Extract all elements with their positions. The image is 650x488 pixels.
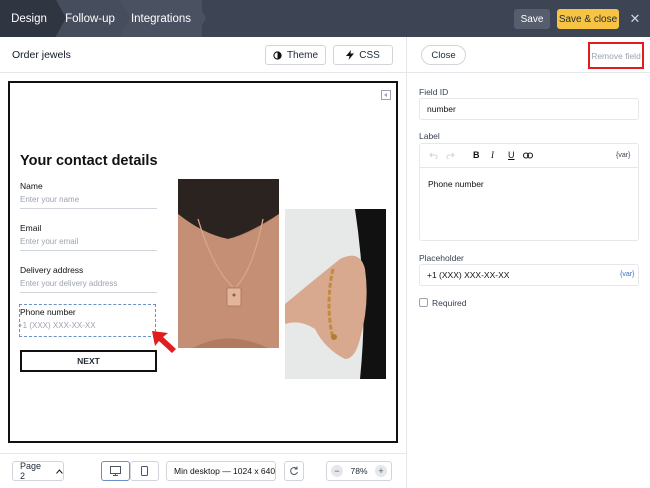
page-selector[interactable]: Page 2 (12, 461, 64, 481)
form-title[interactable]: Your contact details (20, 153, 158, 169)
required-checkbox[interactable] (419, 298, 428, 307)
tab-integrations[interactable]: Integrations (120, 0, 202, 37)
required-label: Required (432, 298, 467, 308)
phone-number-input[interactable]: +1 (XXX) XXX-XX-XX (18, 321, 155, 335)
tab-separator (56, 0, 66, 36)
link-icon[interactable] (523, 152, 533, 159)
theme-button[interactable]: Theme (265, 45, 326, 65)
remove-field-button[interactable]: Remove field (588, 42, 644, 69)
mobile-icon (141, 466, 148, 476)
chevron-up-icon (56, 468, 63, 474)
zoom-control: − 78% + (326, 461, 392, 481)
form-name: Order jewels (12, 49, 71, 61)
desktop-icon (110, 466, 121, 476)
necklace-image[interactable] (178, 179, 279, 348)
zoom-in-button[interactable]: + (374, 465, 387, 477)
tab-separator (196, 0, 206, 36)
min-desktop-label: Min desktop — 1024 x 640 (174, 466, 276, 476)
label-label: Label (419, 131, 440, 141)
delivery-address-input[interactable]: Enter your delivery address (20, 279, 157, 293)
placeholder-variable-button[interactable]: {var} (620, 271, 634, 278)
field-label-email[interactable]: Email (20, 223, 41, 233)
placeholder-label: Placeholder (419, 253, 464, 263)
min-desktop-selector[interactable]: Min desktop — 1024 x 640 (166, 461, 276, 481)
field-id-label: Field ID (419, 87, 449, 97)
placeholder-input[interactable]: +1 (XXX) XXX-XX-XX (419, 264, 639, 286)
undo-icon[interactable] (429, 152, 438, 159)
close-icon[interactable]: ✕ (628, 10, 642, 28)
field-id-input[interactable]: number (419, 98, 639, 120)
underline-button[interactable]: U (508, 150, 515, 160)
placeholder-input-value: +1 (XXX) XXX-XX-XX (427, 270, 510, 280)
redo-icon[interactable] (446, 152, 455, 159)
field-label-name[interactable]: Name (20, 181, 43, 191)
rotate-button[interactable] (284, 461, 304, 481)
top-bar: Design Follow-up Integrations Save Save … (0, 0, 650, 37)
label-editor[interactable]: B I U {var} Phone number (419, 143, 639, 241)
field-settings-panel: Close Remove field Field ID number Label… (406, 37, 650, 488)
canvas-area: Your contact details Name Enter your nam… (0, 73, 406, 453)
tab-follow-up[interactable]: Follow-up (56, 0, 124, 37)
close-button[interactable]: Close (421, 45, 466, 65)
field-label-phone-number[interactable]: Phone number (20, 307, 76, 317)
theme-label: Theme (286, 49, 319, 61)
zoom-out-button[interactable]: − (331, 465, 343, 477)
collapse-panel-icon[interactable] (381, 90, 391, 100)
email-input[interactable]: Enter your email (20, 237, 157, 251)
settings-header: Close Remove field (407, 37, 650, 73)
red-pointer-arrow (152, 331, 176, 353)
italic-button[interactable]: I (491, 150, 494, 160)
bracelet-image[interactable] (285, 209, 386, 379)
bold-button[interactable]: B (473, 150, 480, 160)
next-button[interactable]: NEXT (20, 350, 157, 372)
lightning-icon (346, 50, 355, 60)
label-editor-text[interactable]: Phone number (428, 179, 484, 189)
rotate-icon (290, 466, 298, 476)
page-label: Page 2 (20, 461, 42, 481)
mobile-view-button[interactable] (130, 461, 159, 481)
save-and-close-button[interactable]: Save & close (557, 9, 619, 29)
field-label-delivery-address[interactable]: Delivery address (20, 265, 83, 275)
zoom-level: 78% (350, 466, 368, 476)
tab-design[interactable]: Design (0, 0, 58, 37)
insert-variable-button[interactable]: {var} (616, 152, 630, 159)
bottom-toolbar: Page 2 Min desktop — 1024 x 640 − 78% + (0, 453, 406, 488)
editor-header: Order jewels Theme CSS (0, 37, 406, 73)
name-input[interactable]: Enter your name (20, 195, 157, 209)
tab-separator (120, 0, 130, 36)
save-button[interactable]: Save (514, 9, 550, 29)
editor-toolbar: B I U {var} (420, 144, 638, 168)
css-label: CSS (359, 49, 380, 61)
form-canvas: Your contact details Name Enter your nam… (8, 81, 398, 443)
contrast-icon (273, 50, 282, 60)
desktop-view-button[interactable] (101, 461, 130, 481)
css-button[interactable]: CSS (333, 45, 393, 65)
